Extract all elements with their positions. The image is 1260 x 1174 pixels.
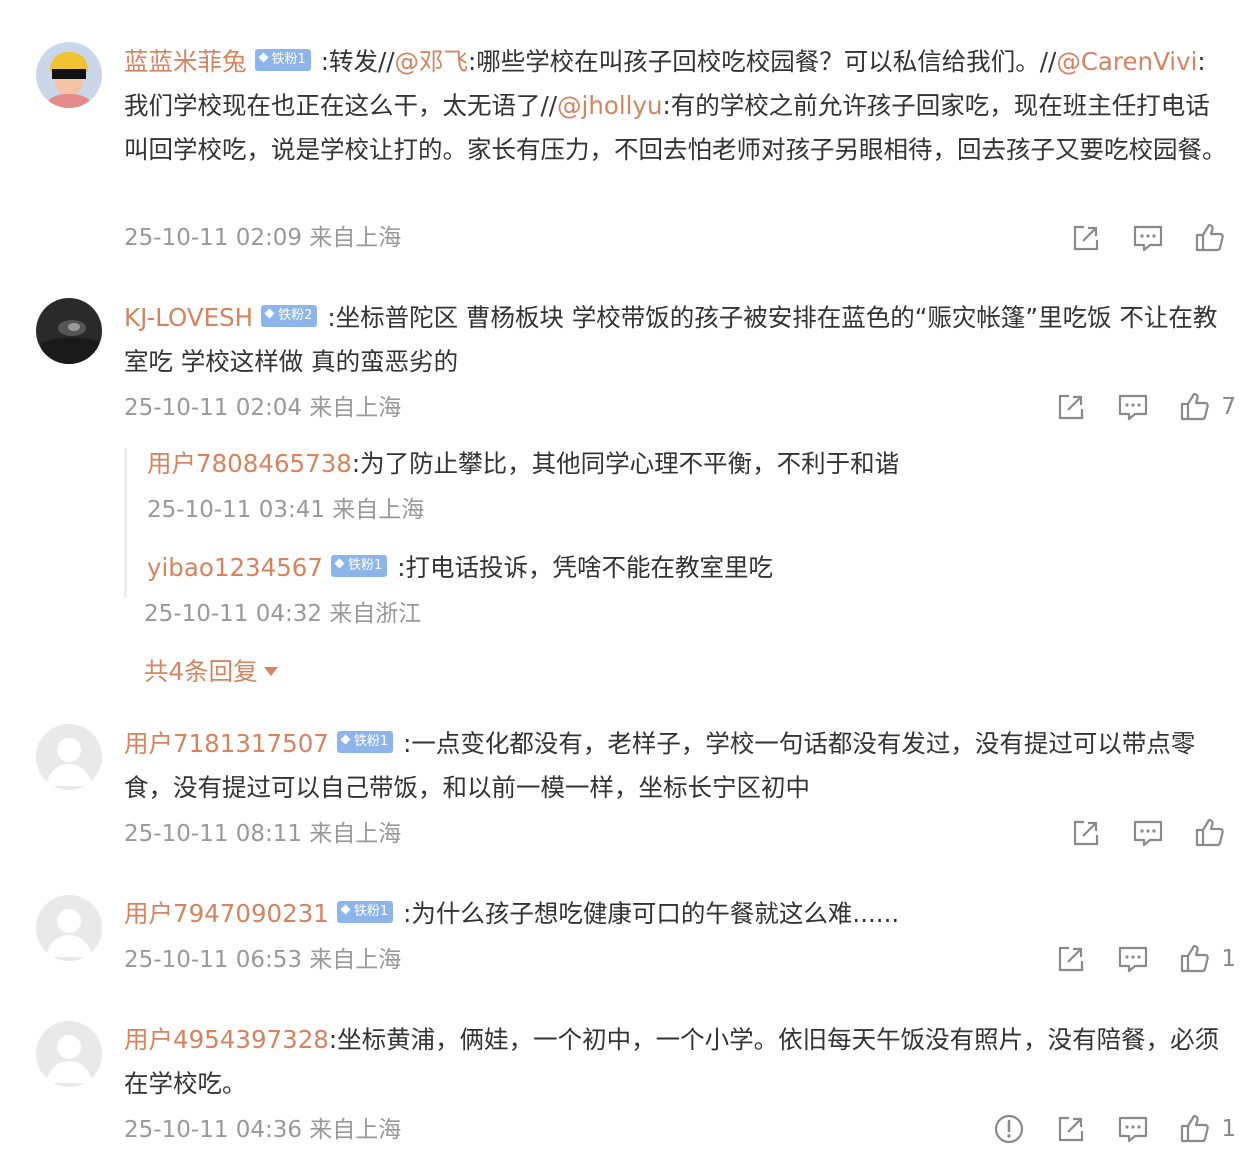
comment-actions: 7	[1025, 387, 1236, 427]
fan-badge[interactable]: 铁粉1	[336, 901, 394, 923]
like-button[interactable]: 1	[1179, 943, 1236, 975]
comment-icon	[1117, 391, 1149, 423]
like-icon	[1179, 391, 1211, 423]
comment-meta: 25-10-11 04:36 来自上海	[124, 1117, 402, 1143]
reply-thread: 用户7808465738:为了防止攀比，其他同学心理不平衡，不利于和谐 25-1…	[124, 448, 1224, 598]
like-button[interactable]	[1194, 222, 1236, 254]
more-replies-link[interactable]: 共4条回复	[144, 654, 278, 690]
share-icon	[1055, 943, 1087, 975]
comment-text: 用户7181317507 铁粉1:一点变化都没有，老样子，学校一句话都没有发过，没…	[124, 722, 1230, 810]
comment-meta: 25-10-11 02:04 来自上海	[124, 395, 402, 421]
like-icon	[1179, 943, 1211, 975]
default-avatar-icon	[36, 1021, 102, 1087]
share-button[interactable]	[1055, 391, 1087, 423]
badge-label: 铁粉1	[353, 904, 389, 919]
share-icon	[1070, 817, 1102, 849]
comment-text: 蓝蓝米菲兔 铁粉1 :转发//@邓飞:哪些学校在叫孩子回校吃校园餐？可以私信给我们。…	[124, 40, 1230, 172]
reply-meta: 25-10-11 04:32 来自浙江	[144, 601, 422, 627]
fan-badge[interactable]: 铁粉1	[254, 49, 311, 71]
comment-actions: 1	[1025, 939, 1236, 979]
reply-text: :为了防止攀比，其他同学心理不平衡，不利于和谐	[351, 449, 900, 478]
comment-meta: 25-10-11 06:53 来自上海	[124, 947, 402, 973]
share-button[interactable]	[1055, 1113, 1087, 1145]
reply-button[interactable]	[1132, 817, 1164, 849]
comment-segment: :哪些学校在叫孩子回校吃校园餐？可以私信给我们。//	[468, 47, 1057, 76]
badge-label: 铁粉1	[271, 52, 306, 67]
share-icon	[1070, 222, 1102, 254]
report-button[interactable]	[993, 1113, 1025, 1145]
like-button[interactable]	[1194, 817, 1236, 849]
share-icon	[1055, 1113, 1087, 1145]
comment-icon	[1132, 817, 1164, 849]
like-button[interactable]: 1	[1179, 1113, 1236, 1145]
comment-actions	[1040, 813, 1236, 853]
share-icon	[1055, 391, 1087, 423]
mention-link[interactable]: @CarenVivi	[1056, 47, 1197, 76]
username-link[interactable]: yibao1234567	[147, 553, 323, 582]
username-link[interactable]: 用户7181317507	[124, 729, 329, 758]
more-replies-label: 共4条回复	[144, 657, 258, 686]
comment-meta: 25-10-11 02:09 来自上海	[124, 225, 402, 251]
like-count: 1	[1221, 946, 1236, 972]
username-link[interactable]: 蓝蓝米菲兔	[124, 47, 247, 76]
comment-actions	[1040, 218, 1236, 258]
like-button[interactable]: 7	[1179, 391, 1236, 423]
reply-item: 用户7808465738:为了防止攀比，其他同学心理不平衡，不利于和谐	[147, 444, 899, 484]
username-link[interactable]: KJ-LOVESH	[124, 303, 253, 332]
report-icon	[993, 1113, 1025, 1145]
like-count: 7	[1221, 394, 1236, 420]
reply-button[interactable]	[1117, 391, 1149, 423]
fan-badge[interactable]: 铁粉1	[336, 731, 394, 753]
comment-icon	[1117, 943, 1149, 975]
username-link[interactable]: 用户7808465738	[147, 449, 352, 478]
mention-link[interactable]: @邓飞	[395, 47, 469, 76]
avatar[interactable]	[36, 724, 102, 790]
username-link[interactable]: 用户4954397328	[124, 1025, 329, 1054]
comment-text: KJ-LOVESH 铁粉2:坐标普陀区 曹杨板块 学校带饭的孩子被安排在蓝色的“赈…	[124, 296, 1230, 384]
caret-down-icon	[263, 666, 278, 676]
reply-button[interactable]	[1117, 1113, 1149, 1145]
diamond-icon	[258, 52, 269, 63]
badge-label: 铁粉2	[278, 308, 313, 323]
diamond-icon	[264, 308, 275, 319]
diamond-icon	[334, 558, 345, 569]
comment-icon	[1132, 222, 1164, 254]
like-count: 1	[1221, 1116, 1236, 1142]
avatar[interactable]	[36, 298, 102, 364]
like-icon	[1194, 817, 1226, 849]
share-button[interactable]	[1055, 943, 1087, 975]
reply-text: :打电话投诉，凭啥不能在教室里吃	[397, 553, 774, 582]
like-icon	[1179, 1113, 1211, 1145]
comment-meta: 25-10-11 08:11 来自上海	[124, 821, 402, 847]
share-button[interactable]	[1070, 817, 1102, 849]
fan-badge[interactable]: 铁粉1	[330, 555, 388, 577]
fan-badge[interactable]: 铁粉2	[261, 305, 318, 327]
diamond-icon	[340, 904, 351, 915]
comment-text: 用户7947090231 铁粉1 :为什么孩子想吃健康可口的午餐就这么难......	[124, 892, 1230, 936]
reply-meta: 25-10-11 03:41 来自上海	[147, 497, 425, 523]
default-avatar-icon	[36, 895, 102, 961]
comment-segment: :转发//	[320, 47, 395, 76]
diamond-icon	[340, 734, 351, 745]
comment-actions: 1	[963, 1109, 1236, 1149]
avatar[interactable]	[36, 42, 102, 108]
like-icon	[1194, 222, 1226, 254]
comment-text: 用户4954397328:坐标黄浦，俩娃，一个初中，一个小学。依旧每天午饭没有照…	[124, 1018, 1230, 1106]
comment-icon	[1117, 1113, 1149, 1145]
avatar[interactable]	[36, 1021, 102, 1087]
avatar[interactable]	[36, 895, 102, 961]
default-avatar-icon	[36, 724, 102, 790]
reply-button[interactable]	[1132, 222, 1164, 254]
mention-link[interactable]: @jhollyu	[557, 91, 662, 120]
reply-item: yibao1234567 铁粉1 :打电话投诉，凭啥不能在教室里吃	[147, 548, 773, 588]
badge-label: 铁粉1	[353, 734, 389, 749]
comment-segment: :为什么孩子想吃健康可口的午餐就这么难......	[403, 899, 900, 928]
username-link[interactable]: 用户7947090231	[124, 899, 329, 928]
reply-button[interactable]	[1117, 943, 1149, 975]
badge-label: 铁粉1	[347, 558, 383, 573]
share-button[interactable]	[1070, 222, 1102, 254]
